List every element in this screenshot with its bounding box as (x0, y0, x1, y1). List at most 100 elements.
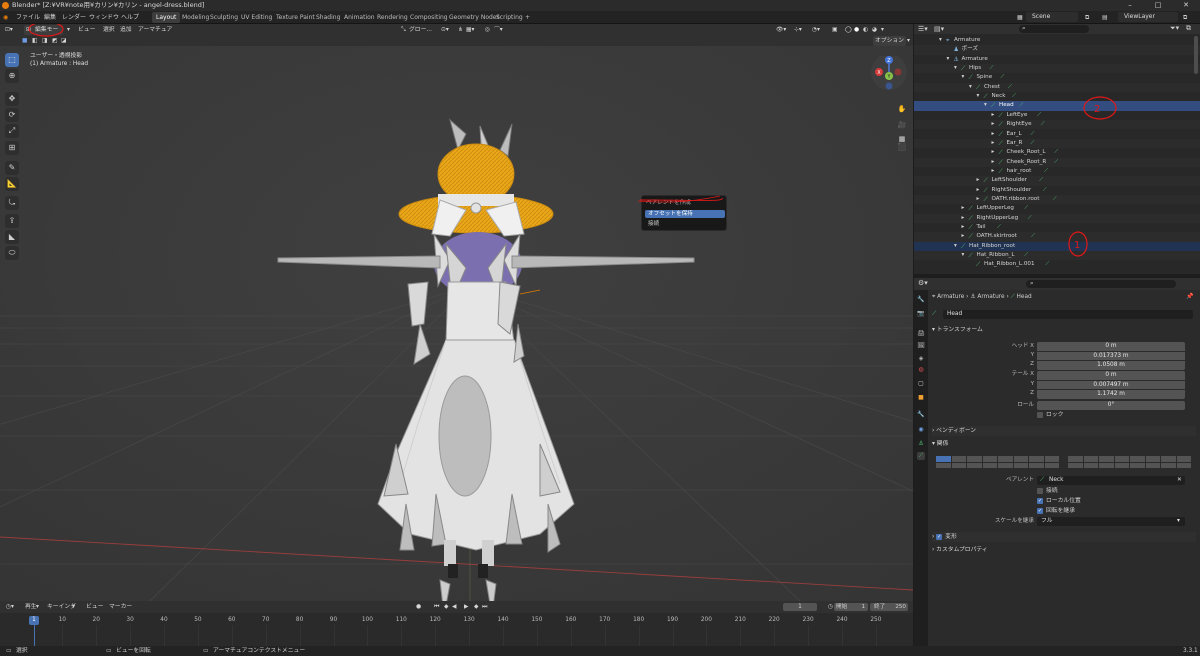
expand-right-icon[interactable]: ▸ (977, 195, 980, 204)
keep-offset-item[interactable]: オフセットを保持 (645, 210, 725, 218)
tail-x-field[interactable]: 0 m (1037, 371, 1185, 380)
mode-icon[interactable]: ⊞ (24, 25, 33, 35)
workspace-tab-3[interactable]: UV Editing (237, 12, 276, 23)
perspective-icon[interactable]: ⬛ (896, 141, 908, 153)
inherit-scale-dropdown[interactable]: フル ▾ (1037, 517, 1185, 526)
transform-tool-icon[interactable]: ⊞ (5, 141, 19, 155)
outliner-row[interactable]: ▸ ⟋ hair_root ⟋ (914, 167, 1200, 176)
bendy-section-header[interactable]: › ベンディボーン (932, 426, 1196, 436)
outliner-row[interactable]: ▾ ⟋ Hat_Ribbon_L ⟋ (914, 251, 1200, 261)
deform-section-header[interactable]: › ✓ 変形 (932, 532, 1196, 542)
bone-layer-toggle[interactable] (967, 456, 982, 462)
record-icon[interactable]: ● (414, 602, 423, 612)
select-mode-intersect-icon[interactable]: ◪ (59, 36, 68, 46)
bone-layer-toggle[interactable] (967, 462, 982, 468)
cursor-tool-icon[interactable]: ⊕ (5, 69, 19, 83)
outliner-scrollbar[interactable] (1194, 36, 1198, 74)
proportional-icon[interactable]: ◎ (483, 25, 492, 35)
view-layer-icon[interactable]: 🖼 (917, 342, 925, 350)
shading-material-icon[interactable]: ◐ (861, 25, 870, 35)
local-location-row[interactable]: ✓ ローカル位置 (1037, 497, 1081, 506)
bone-envelope-tool-icon[interactable]: ⬭ (5, 246, 19, 260)
bone-layer-toggle[interactable] (1013, 462, 1028, 468)
bone-layer-toggle[interactable] (936, 456, 951, 462)
close-icon[interactable]: ✕ (1172, 0, 1200, 11)
new-collection-icon[interactable]: ⧉ (1186, 24, 1191, 33)
end-frame-field[interactable]: 終了 250 (870, 603, 908, 611)
bone-layer-toggle[interactable] (1083, 456, 1098, 462)
transform-section-header[interactable]: ▾ トランスフォーム (932, 325, 1196, 335)
editor-type-icon[interactable]: ⊡▾ (3, 25, 15, 35)
properties-editor-icon[interactable]: ⚙▾ (918, 279, 928, 287)
scene-copy-icon[interactable]: ⧉ (1085, 11, 1089, 24)
bone-layer-toggle[interactable] (951, 462, 966, 468)
visibility-icon[interactable]: 👁▾ (774, 25, 788, 35)
pivot-icon[interactable]: ⊙▾ (439, 25, 451, 35)
local-location-checkbox[interactable]: ✓ (1037, 497, 1043, 504)
menu-select[interactable]: 選択 (101, 25, 117, 35)
expand-right-icon[interactable]: ▸ (962, 232, 965, 241)
start-frame-field[interactable]: 開始 1 (834, 603, 868, 611)
menu-file[interactable]: ファイル (16, 11, 40, 24)
menu-window[interactable]: ウィンドウ (89, 11, 119, 24)
maximize-icon[interactable]: □ (1144, 0, 1172, 11)
tail-z-field[interactable]: 1.1742 m (1037, 390, 1185, 399)
menu-view[interactable]: ビュー (76, 25, 97, 35)
workspace-tab-0[interactable]: Layout (152, 12, 181, 23)
scene-icon[interactable]: ▦ (1017, 11, 1023, 24)
modifier-icon[interactable]: 🔧 (917, 411, 925, 419)
bone-layer-toggle[interactable] (998, 462, 1013, 468)
custom-props-section-header[interactable]: › カスタムプロパティ (932, 545, 1196, 555)
tool-props-icon[interactable]: 🔧 (917, 296, 925, 304)
workspace-tab-11[interactable]: + (521, 12, 534, 23)
inherit-rotation-checkbox[interactable]: ✓ (1037, 507, 1043, 514)
outliner-row[interactable]: ▾ ⌖ Armature (914, 36, 1200, 45)
outliner-row[interactable]: ▸ ⟋ Ear_R ⟋ (914, 138, 1200, 149)
outliner-search-input[interactable] (1019, 25, 1089, 33)
bone-layer-toggle[interactable] (1044, 462, 1059, 468)
select-mode-extend-icon[interactable]: ◧ (30, 36, 39, 46)
deform-checkbox[interactable]: ✓ (936, 533, 943, 540)
move-tool-icon[interactable]: ✥ (5, 92, 19, 106)
menu-render[interactable]: レンダー (62, 11, 86, 24)
options-chevron-icon[interactable]: ▾ (905, 36, 912, 46)
expand-right-icon[interactable]: ▸ (992, 158, 995, 167)
roll-field[interactable]: 0° (1037, 401, 1185, 410)
measure-tool-icon[interactable]: 📐 (5, 177, 19, 191)
filter-icon[interactable]: ⏷▾ (1170, 24, 1179, 33)
gizmo-toggle-icon[interactable]: ⊹▾ (792, 25, 804, 35)
expand-right-icon[interactable]: ▸ (992, 139, 995, 148)
scene-props-icon[interactable]: ◈ (917, 355, 925, 363)
properties-search-input[interactable] (1026, 280, 1176, 288)
relations-section-header[interactable]: ▾ 関係 (932, 439, 1196, 449)
bone-layer-toggle[interactable] (1161, 462, 1176, 468)
expand-right-icon[interactable]: ▸ (992, 111, 995, 120)
mode-selector[interactable]: 編集モード (33, 25, 63, 43)
snap-type-icon[interactable]: ▦▾ (464, 25, 476, 35)
shading-solid-icon[interactable]: ● (852, 25, 861, 35)
orientation-selector[interactable]: グロー... (407, 25, 434, 35)
overlay-toggle-icon[interactable]: ◔▾ (810, 25, 822, 35)
bone-layer-toggle[interactable] (936, 462, 951, 468)
lock-checkbox[interactable] (1037, 411, 1043, 418)
expand-down-icon[interactable]: ▾ (954, 64, 957, 73)
bone-layer-toggle[interactable] (1176, 456, 1191, 462)
menu-help[interactable]: ヘルプ (121, 11, 139, 24)
play-icon[interactable]: ▶ (462, 602, 470, 612)
outliner-row[interactable]: ▾ ⟋ Neck ⟋ (914, 92, 1200, 101)
annotate-tool-icon[interactable]: ✎ (5, 161, 19, 175)
zoom-icon[interactable]: ✋ (896, 103, 908, 115)
expand-down-icon[interactable]: ▾ (977, 92, 980, 101)
outliner-row[interactable]: ▾ ⟋ Chest ⟋ (914, 82, 1200, 93)
bone-layer-toggle[interactable] (1068, 462, 1083, 468)
bone-name-field[interactable]: Head (943, 310, 1193, 319)
outliner-panel[interactable]: ☰▾ ▤▾ ⌕ ⏷▾ ⧉ ▾ ⌖ Armature ♟ ポーズ ▾ ⚓ Armature ▾ ⟋ H… (914, 24, 1200, 274)
bone-layer-toggle[interactable] (1099, 462, 1114, 468)
timeline-editor-icon[interactable]: ◷▾ (4, 602, 16, 612)
clear-parent-icon[interactable]: ✕ (1177, 476, 1182, 485)
world-props-icon[interactable]: ◍ (917, 366, 925, 374)
object-props-icon[interactable]: ■ (917, 394, 925, 402)
minimize-icon[interactable]: – (1116, 0, 1144, 11)
outliner-row[interactable]: ▾ ⚓ Armature (914, 55, 1200, 64)
head-y-field[interactable]: 0.017373 m (1037, 351, 1185, 360)
